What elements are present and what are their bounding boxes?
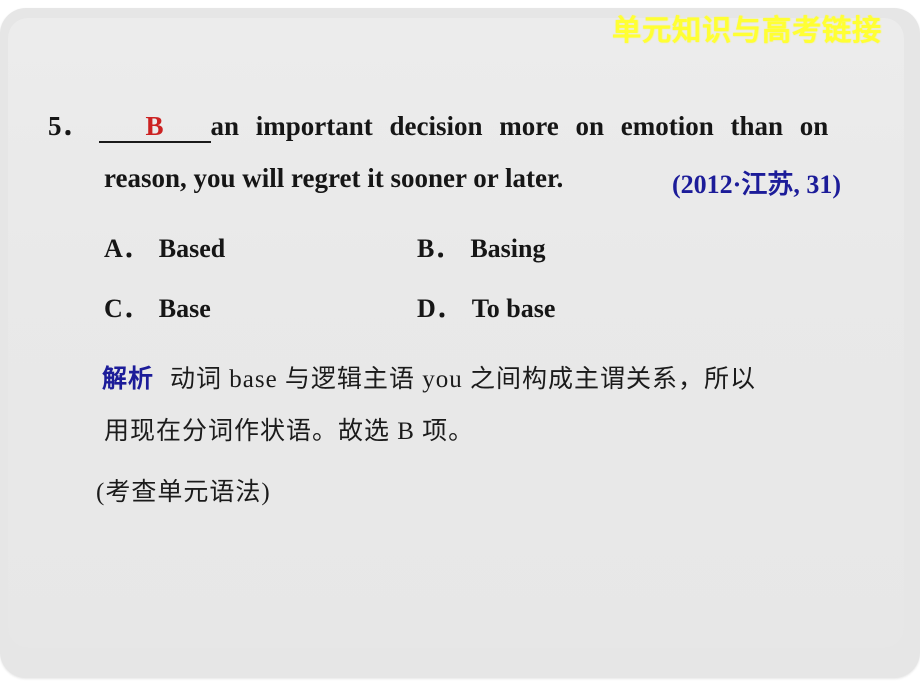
option-b-label: B． — [417, 234, 461, 263]
options-list: A． Based B． Basing C． Base D． To base — [104, 228, 804, 348]
slide-root: 单元知识与高考链接 5． Ban important decision more … — [0, 0, 920, 690]
option-d-text: To base — [471, 294, 556, 323]
analysis-line-1: 解析 动词 base 与逻辑主语 you 之间构成主谓关系，所以 — [102, 352, 892, 408]
option-b[interactable]: B． Basing — [417, 228, 546, 265]
answer-blank[interactable]: B — [98, 111, 211, 143]
analysis-text-1: 动词 base 与逻辑主语 you 之间构成主谓关系，所以 — [170, 366, 756, 393]
analysis-text-2: 用现在分词作状语。故选 B 项。 — [104, 418, 475, 445]
option-c[interactable]: C． Base — [104, 288, 211, 325]
question-line-2: reason, you will regret it sooner or lat… — [104, 163, 894, 205]
answer-letter: B — [145, 111, 164, 141]
option-a[interactable]: A． Based — [104, 228, 225, 265]
question-source-citation: (2012·江苏, 31) — [672, 170, 841, 199]
slide-content: 5． Ban important decision more on emotion… — [0, 0, 920, 690]
question-stem-part-1: an important decision more on emotion th… — [210, 111, 829, 141]
option-d[interactable]: D． To base — [417, 288, 555, 325]
footnote-text: (考查单元语法) — [96, 479, 271, 506]
question-line-1: 5． Ban important decision more on emotion… — [48, 104, 876, 146]
question-number: 5． — [48, 111, 89, 141]
option-d-label: D． — [417, 294, 462, 323]
analysis-line-2-wrapper: 用现在分词作状语。故选 B 项。 — [104, 404, 474, 460]
option-b-text: Basing — [470, 234, 546, 263]
option-a-text: Based — [158, 234, 226, 263]
options-row-2: C． Base D． To base — [104, 288, 804, 348]
analysis-label: 解析 — [102, 366, 155, 393]
options-row-1: A． Based B． Basing — [104, 228, 804, 288]
option-a-label: A． — [104, 234, 149, 263]
option-c-label: C． — [104, 294, 149, 323]
question-stem-part-2: reason, you will regret it sooner or lat… — [104, 163, 564, 193]
option-c-text: Base — [158, 294, 211, 323]
analysis-block: 解析 动词 base 与逻辑主语 you 之间构成主谓关系，所以 用现在分词作状语… — [102, 352, 892, 445]
